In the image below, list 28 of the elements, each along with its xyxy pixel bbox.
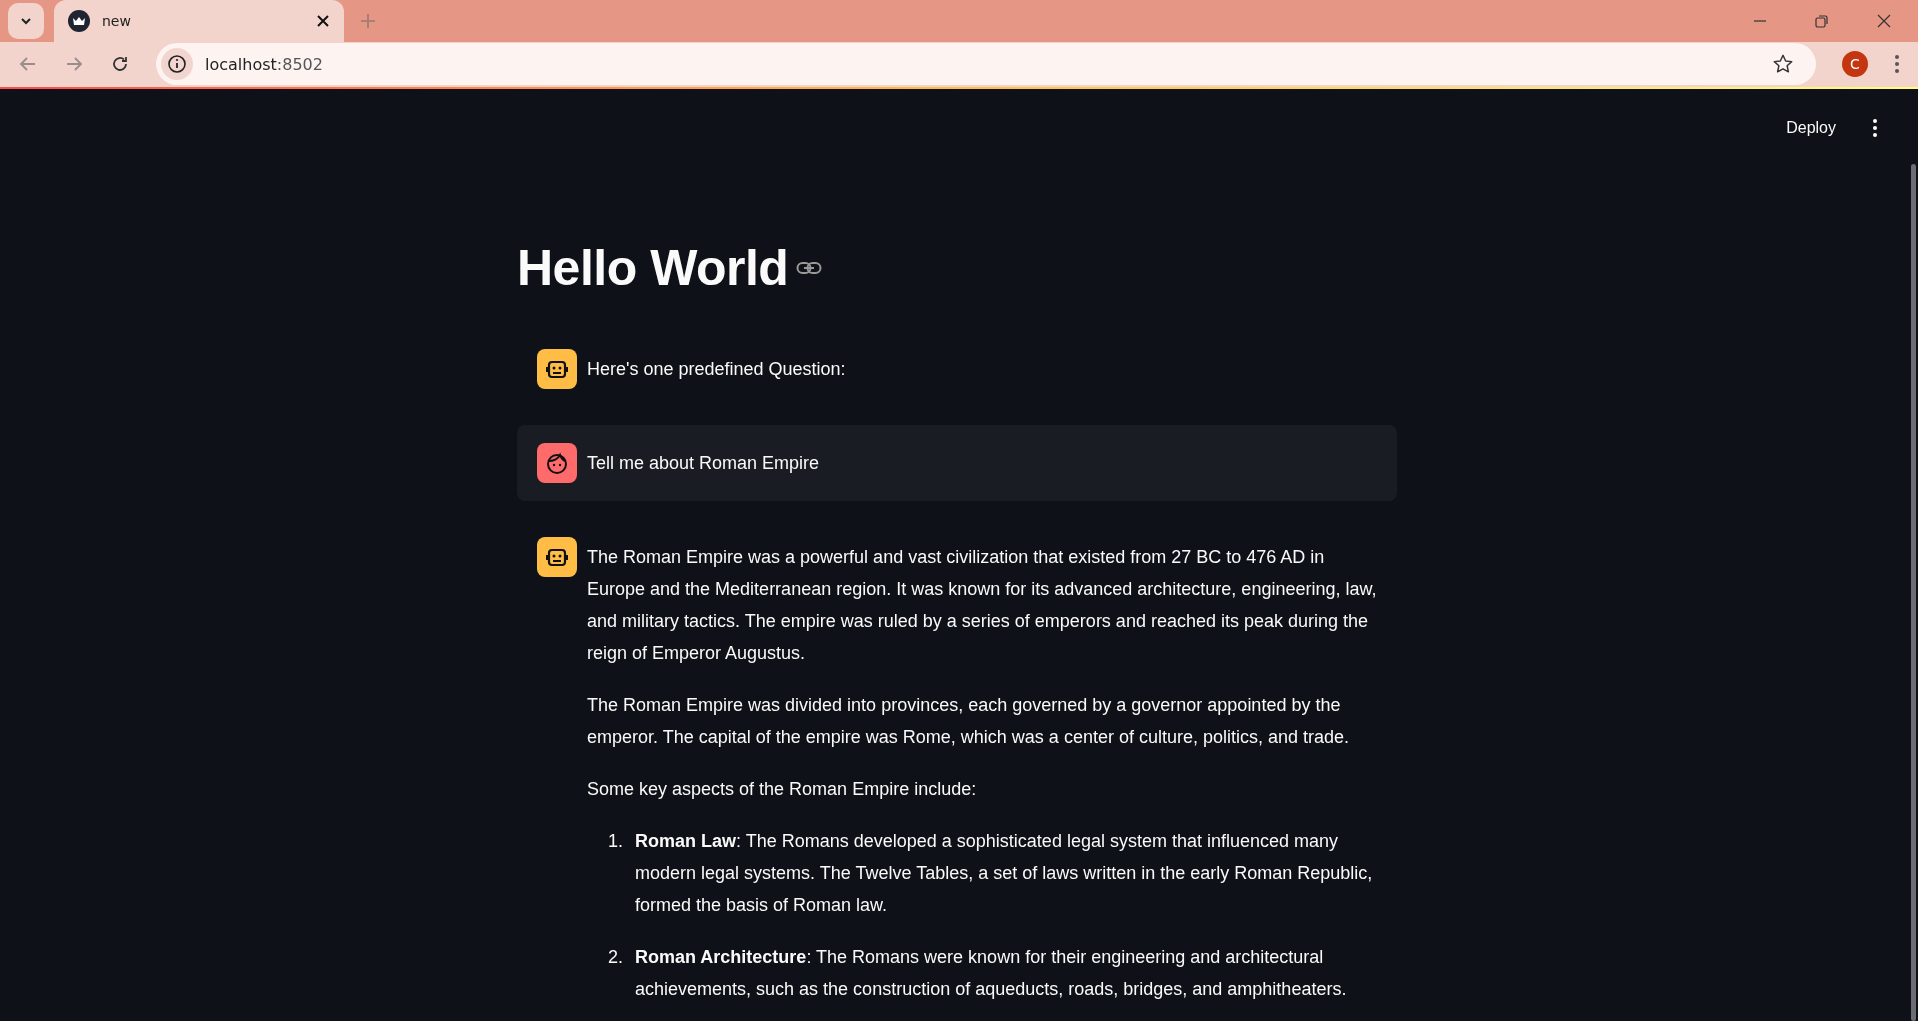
profile-avatar[interactable]: C — [1842, 51, 1868, 78]
star-icon[interactable] — [1772, 53, 1794, 76]
message-text: The Roman Empire was a powerful and vast civilization that existed from 27 BC to 476 AD in Europe and the Mediterranean region. It was known for its advanced architecture, engineering, law, and military tactics. The empire was ruled by a series of emperors and reached its peak during the reign of Emperor Augustus. — [587, 546, 1377, 665]
crown-icon — [68, 10, 90, 32]
user-avatar-icon — [537, 443, 577, 483]
url-text: localhost:8502 — [205, 54, 323, 74]
list-item-text: Roman Architecture: The Romans were known for their engineering and architectural achievements, such as the construction of aqueducts, roads, bridges, and amphitheaters. — [635, 946, 1348, 1001]
info-icon[interactable] — [161, 48, 193, 81]
list-item-text: Roman Law: The Romans developed a sophisticated legal system that influenced many modern legal systems. The Twelve Tables, a set of laws written in the early Roman Republic, formed the basis of Roman law. — [635, 830, 1374, 917]
address-bar[interactable]: localhost:8502 — [156, 43, 1816, 86]
scrollbar[interactable] — [1911, 164, 1916, 1021]
message-text: The Roman Empire was divided into provinces, each governed by a governor appointed by the emperor. The capital of the empire was Rome, which was a center of culture, politics, and trade. — [587, 694, 1351, 749]
robot-avatar-icon — [537, 349, 577, 389]
list-number: 1. — [607, 830, 624, 853]
restore-icon[interactable] — [1814, 13, 1830, 29]
more-icon[interactable] — [1872, 118, 1878, 138]
link-icon[interactable] — [796, 261, 823, 275]
deploy-button[interactable]: Deploy — [1780, 115, 1842, 141]
close-icon[interactable] — [316, 14, 330, 28]
list-number: 2. — [607, 946, 624, 969]
message-text: Some key aspects of the Roman Empire include: — [587, 778, 978, 801]
tab-title: new — [102, 13, 131, 29]
message-text: Tell me about Roman Empire — [587, 452, 821, 475]
close-icon[interactable] — [1876, 13, 1892, 29]
page-title: Hello World — [517, 239, 789, 297]
message-text: Here's one predefined Question: — [587, 358, 847, 381]
robot-avatar-icon — [537, 537, 577, 577]
browser-tab[interactable]: new — [54, 0, 344, 42]
